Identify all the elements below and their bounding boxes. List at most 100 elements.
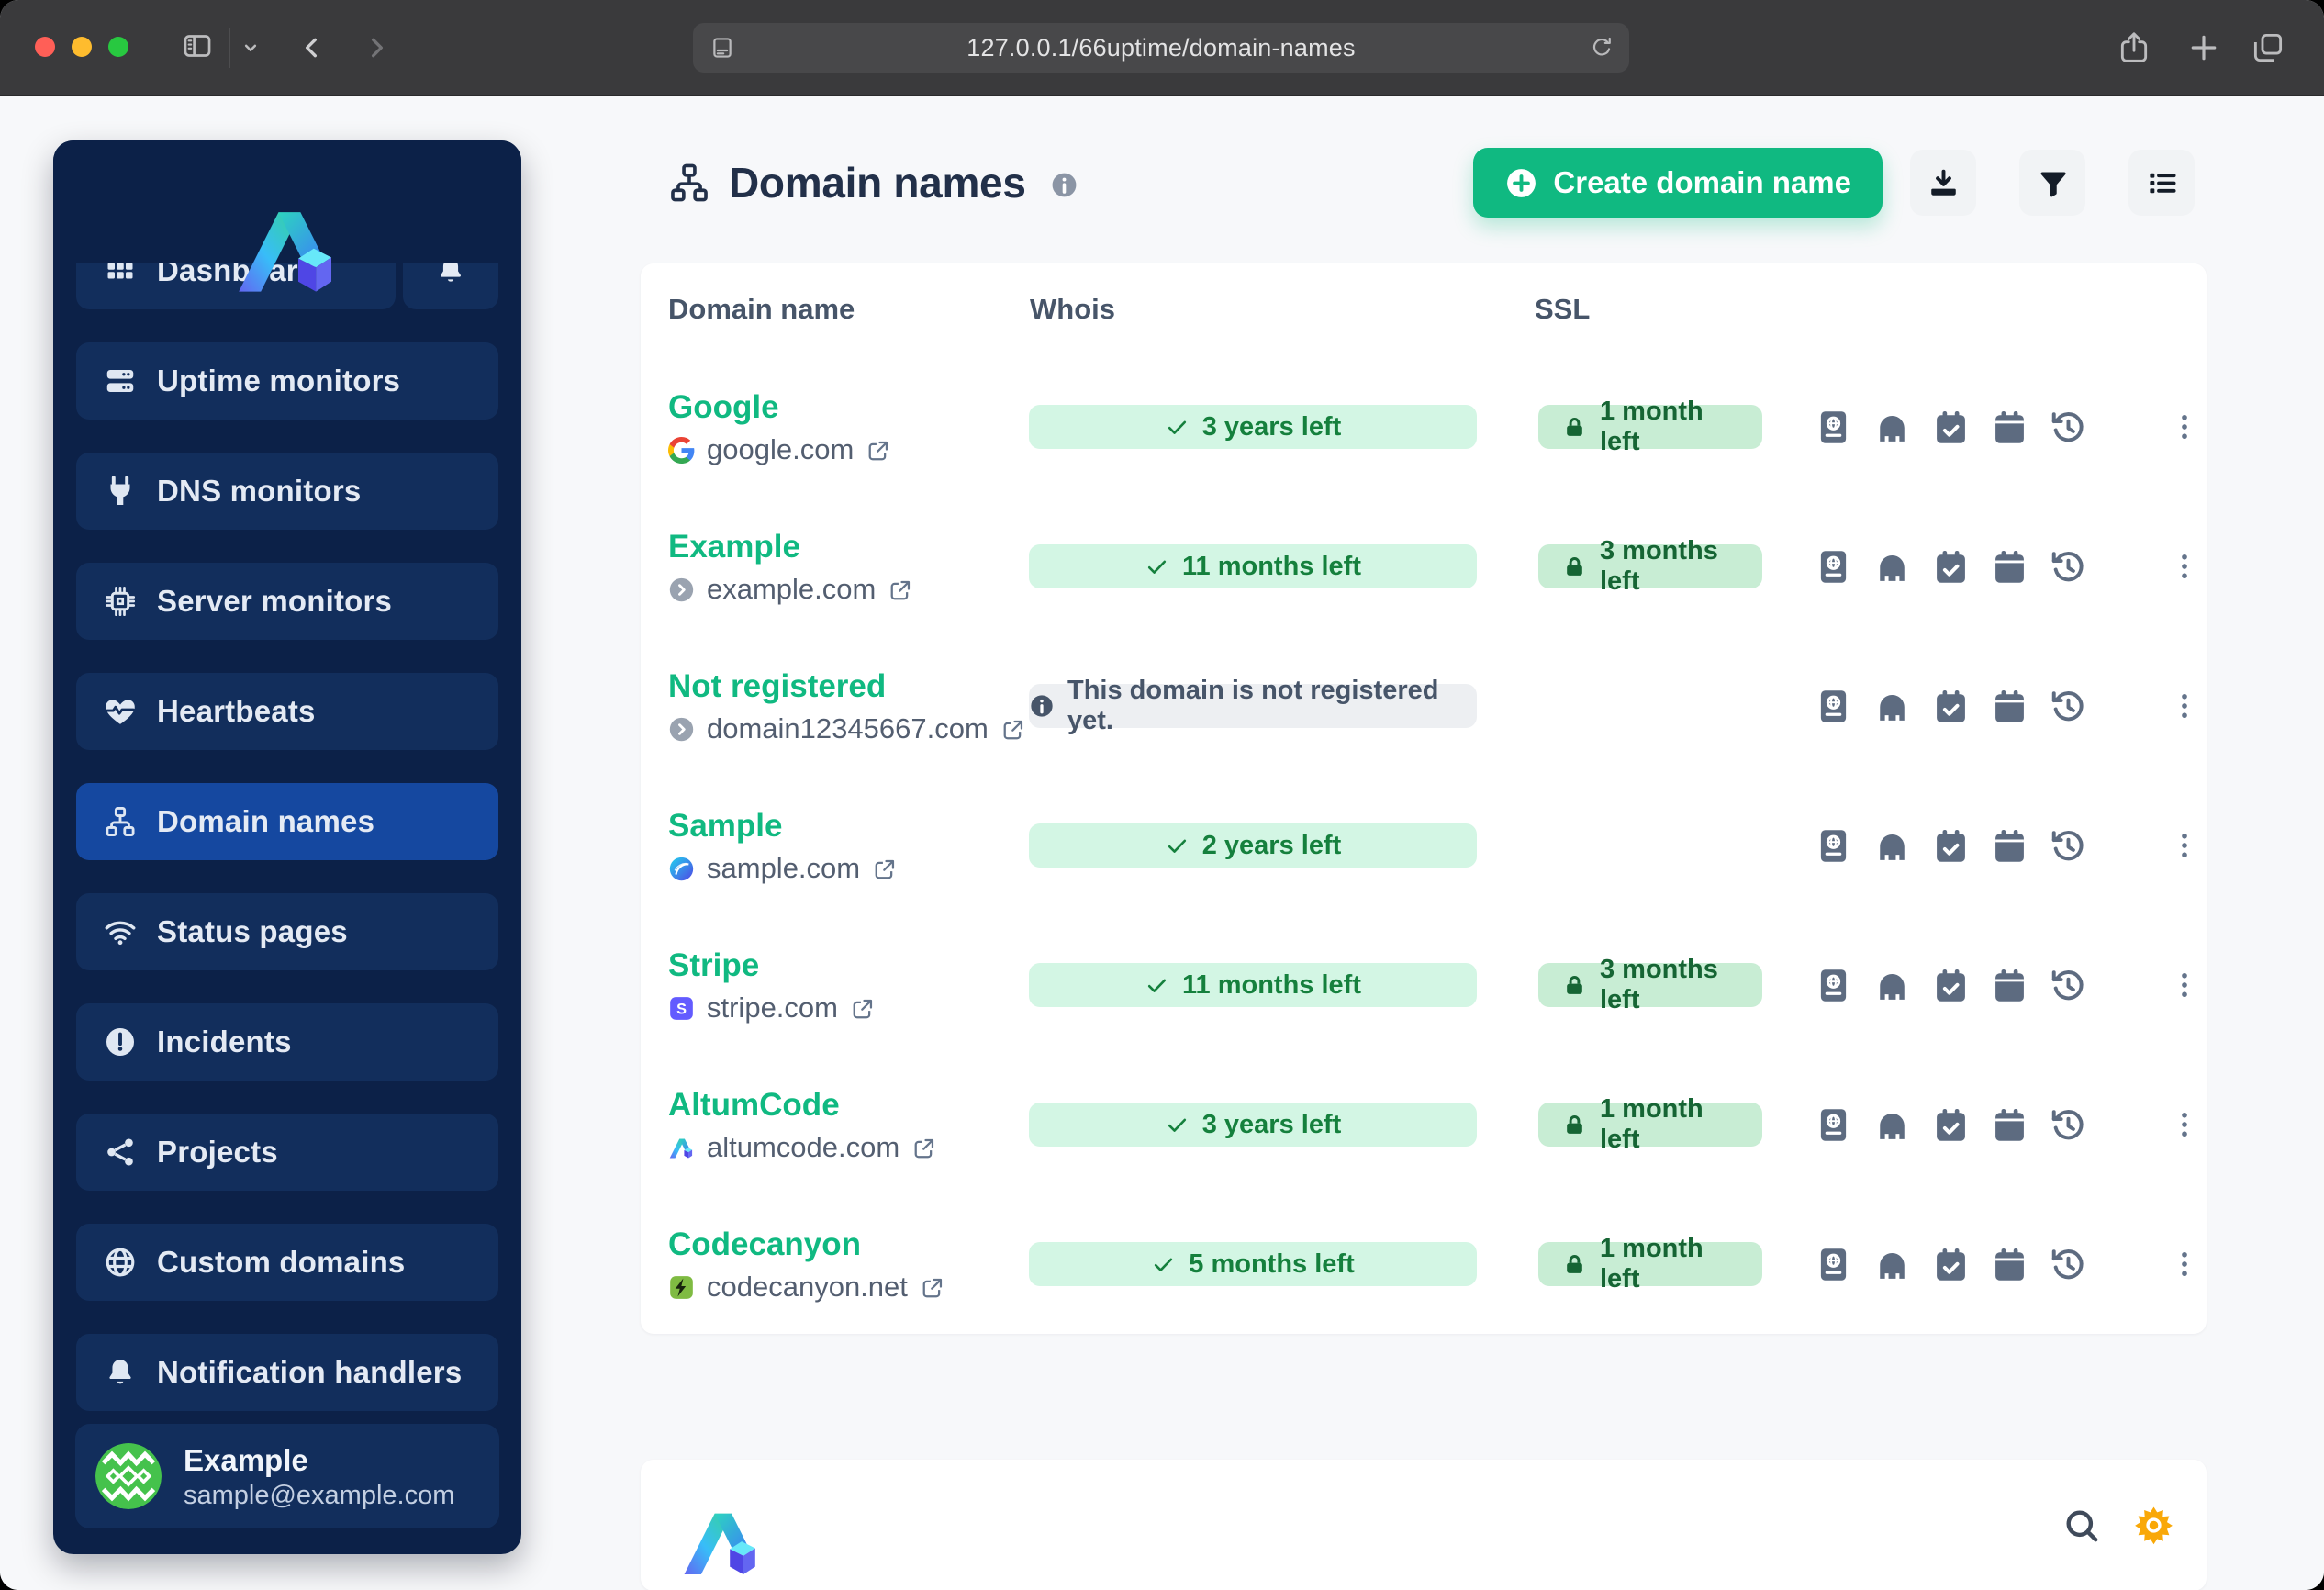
domain-name-link[interactable]: AltumCode (668, 1085, 1019, 1125)
hosting-icon[interactable] (1872, 1245, 1912, 1284)
external-link-icon[interactable] (888, 577, 912, 603)
calendar-check-icon[interactable] (1931, 1245, 1971, 1284)
whois-badge: 2 years left (1029, 823, 1477, 868)
history-icon[interactable] (2049, 408, 2088, 447)
row-menu-button[interactable] (2168, 830, 2201, 861)
external-link-icon[interactable] (872, 856, 897, 882)
calendar-icon[interactable] (1990, 966, 2029, 1005)
domain-host: google.com (707, 433, 855, 465)
domain-name-link[interactable]: Sample (668, 806, 1019, 846)
ssl-badge: 3 months left (1538, 955, 1762, 1014)
whois-passport-icon[interactable] (1814, 966, 1853, 1005)
check-icon (1145, 973, 1169, 998)
calendar-check-icon[interactable] (1931, 826, 1971, 866)
hosting-icon[interactable] (1872, 966, 1912, 1005)
whois-passport-icon[interactable] (1814, 547, 1853, 587)
info-icon[interactable] (1050, 171, 1078, 199)
calendar-icon[interactable] (1990, 1245, 2029, 1284)
calendar-check-icon[interactable] (1931, 966, 1971, 1005)
history-icon[interactable] (2049, 687, 2088, 726)
sidebar-item-uptime-monitors[interactable]: Uptime monitors (76, 342, 498, 420)
reload-icon[interactable] (1589, 35, 1615, 65)
sidebar-item-custom-domains[interactable]: Custom domains (76, 1224, 498, 1301)
calendar-icon[interactable] (1990, 408, 2029, 447)
sidebar-item-incidents[interactable]: Incidents (76, 1003, 498, 1081)
calendar-icon[interactable] (1990, 687, 2029, 726)
forward-button[interactable] (362, 33, 391, 62)
external-link-icon[interactable] (866, 437, 890, 464)
theme-toggle-sun-icon[interactable] (2132, 1504, 2175, 1547)
toolbar-divider (229, 28, 230, 68)
domain-name-link[interactable]: Stripe (668, 946, 1019, 986)
sidebar-item-notification-handlers[interactable]: Notification handlers (76, 1334, 498, 1411)
hosting-icon[interactable] (1872, 826, 1912, 866)
external-link-icon[interactable] (920, 1274, 944, 1301)
filter-button[interactable] (2019, 150, 2085, 216)
user-profile-button[interactable]: Example sample@example.com (75, 1424, 499, 1528)
whois-passport-icon[interactable] (1814, 826, 1853, 866)
search-icon[interactable] (2061, 1506, 2102, 1546)
zoom-window-button[interactable] (108, 37, 128, 57)
create-domain-name-button[interactable]: Create domain name (1473, 148, 1883, 218)
main-content: Domain names Create domain name Domain n… (641, 96, 2207, 1590)
hosting-icon[interactable] (1872, 687, 1912, 726)
tab-overview-icon[interactable] (2251, 30, 2285, 65)
sidebar-item-projects[interactable]: Projects (76, 1114, 498, 1191)
external-link-icon[interactable] (911, 1135, 936, 1161)
whois-passport-icon[interactable] (1814, 408, 1853, 447)
avatar (95, 1443, 162, 1509)
domain-name-link[interactable]: Not registered (668, 666, 1019, 707)
calendar-icon[interactable] (1990, 547, 2029, 587)
export-button[interactable] (1910, 150, 1976, 216)
calendar-check-icon[interactable] (1931, 547, 1971, 587)
calendar-check-icon[interactable] (1931, 408, 1971, 447)
sample-favicon (668, 856, 695, 882)
list-view-button[interactable] (2128, 150, 2195, 216)
calendar-icon[interactable] (1990, 1105, 2029, 1145)
close-window-button[interactable] (35, 37, 55, 57)
row-menu-button[interactable] (2168, 411, 2201, 442)
calendar-icon[interactable] (1990, 826, 2029, 866)
external-link-icon[interactable] (850, 995, 875, 1022)
row-menu-button[interactable] (2168, 551, 2201, 582)
history-icon[interactable] (2049, 966, 2088, 1005)
domain-name-link[interactable]: Example (668, 527, 1019, 567)
page-content: Dashboard Uptime monitors DNS monitors S… (0, 96, 2324, 1590)
whois-passport-icon[interactable] (1814, 687, 1853, 726)
address-bar[interactable]: 127.0.0.1/66uptime/domain-names (693, 23, 1629, 73)
hosting-icon[interactable] (1872, 408, 1912, 447)
history-icon[interactable] (2049, 1105, 2088, 1145)
history-icon[interactable] (2049, 1245, 2088, 1284)
sidebar-toggle-icon[interactable] (179, 30, 216, 62)
chevron-down-icon[interactable] (239, 36, 263, 60)
sidebar-item-server-monitors[interactable]: Server monitors (76, 563, 498, 640)
history-icon[interactable] (2049, 826, 2088, 866)
ssl-badge: 1 month left (1538, 397, 1762, 456)
sidebar-item-status-pages[interactable]: Status pages (76, 893, 498, 970)
share-icon[interactable] (2117, 30, 2151, 65)
domain-name-link[interactable]: Google (668, 387, 1019, 428)
row-menu-button[interactable] (2168, 690, 2201, 722)
whois-badge: 5 months left (1029, 1242, 1477, 1286)
lock-icon (1562, 415, 1587, 440)
row-menu-button[interactable] (2168, 969, 2201, 1001)
hosting-icon[interactable] (1872, 547, 1912, 587)
history-icon[interactable] (2049, 547, 2088, 587)
sidebar-item-domain-names[interactable]: Domain names (76, 783, 498, 860)
whois-passport-icon[interactable] (1814, 1245, 1853, 1284)
new-tab-icon[interactable] (2186, 30, 2221, 65)
domain-name-link[interactable]: Codecanyon (668, 1225, 1019, 1265)
check-icon (1165, 1113, 1190, 1137)
browser-toolbar: 127.0.0.1/66uptime/domain-names (0, 0, 2324, 96)
calendar-check-icon[interactable] (1931, 1105, 1971, 1145)
hosting-icon[interactable] (1872, 1105, 1912, 1145)
row-menu-button[interactable] (2168, 1109, 2201, 1140)
sidebar-item-heartbeats[interactable]: Heartbeats (76, 673, 498, 750)
back-button[interactable] (297, 33, 327, 62)
row-menu-button[interactable] (2168, 1248, 2201, 1280)
minimize-window-button[interactable] (72, 37, 92, 57)
sidebar-item-dns-monitors[interactable]: DNS monitors (76, 453, 498, 530)
whois-passport-icon[interactable] (1814, 1105, 1853, 1145)
calendar-check-icon[interactable] (1931, 687, 1971, 726)
sitemap-icon (668, 162, 710, 204)
